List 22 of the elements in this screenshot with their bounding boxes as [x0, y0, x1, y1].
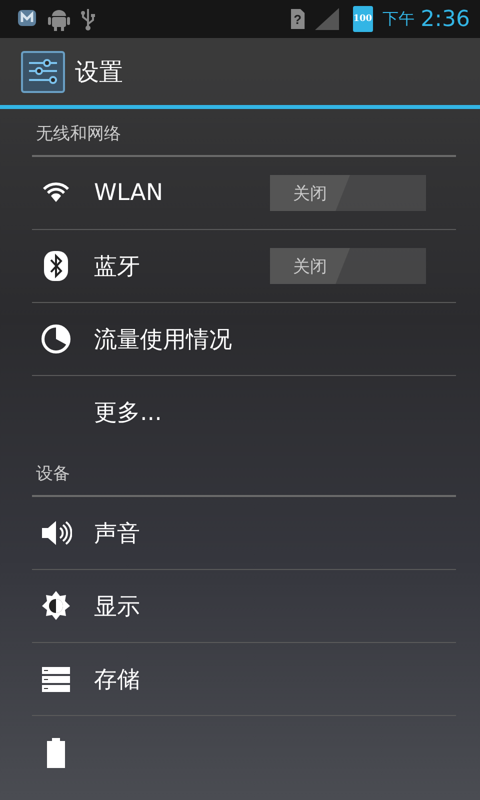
- usb-icon: [80, 7, 96, 31]
- settings-item[interactable]: WLAN 关闭: [32, 157, 456, 230]
- pie-chart-icon: [40, 323, 72, 355]
- toggle-switch[interactable]: 关闭: [270, 248, 426, 284]
- time-period: 下午: [382, 8, 415, 30]
- section-header: 无线和网络: [32, 109, 456, 157]
- settings-item[interactable]: 流量使用情况: [32, 303, 456, 376]
- section-header: 设备: [32, 449, 456, 497]
- settings-item[interactable]: 存储: [32, 643, 456, 716]
- battery-level-icon: 100: [352, 6, 373, 32]
- settings-sliders-icon: [21, 50, 65, 92]
- settings-item[interactable]: 显示: [32, 570, 456, 643]
- settings-item[interactable]: 蓝牙 关闭: [32, 230, 456, 303]
- clock-time: 2:36: [420, 6, 470, 32]
- toggle-switch[interactable]: 关闭: [270, 175, 426, 211]
- screen-title: 设置: [75, 56, 123, 88]
- sim-status-icon: ?: [290, 9, 305, 29]
- brightness-icon: [40, 590, 72, 622]
- android-robot-icon: [48, 7, 70, 31]
- settings-item[interactable]: 声音: [32, 497, 456, 570]
- signal-icon: [314, 8, 339, 30]
- settings-item[interactable]: 更多...: [32, 376, 456, 449]
